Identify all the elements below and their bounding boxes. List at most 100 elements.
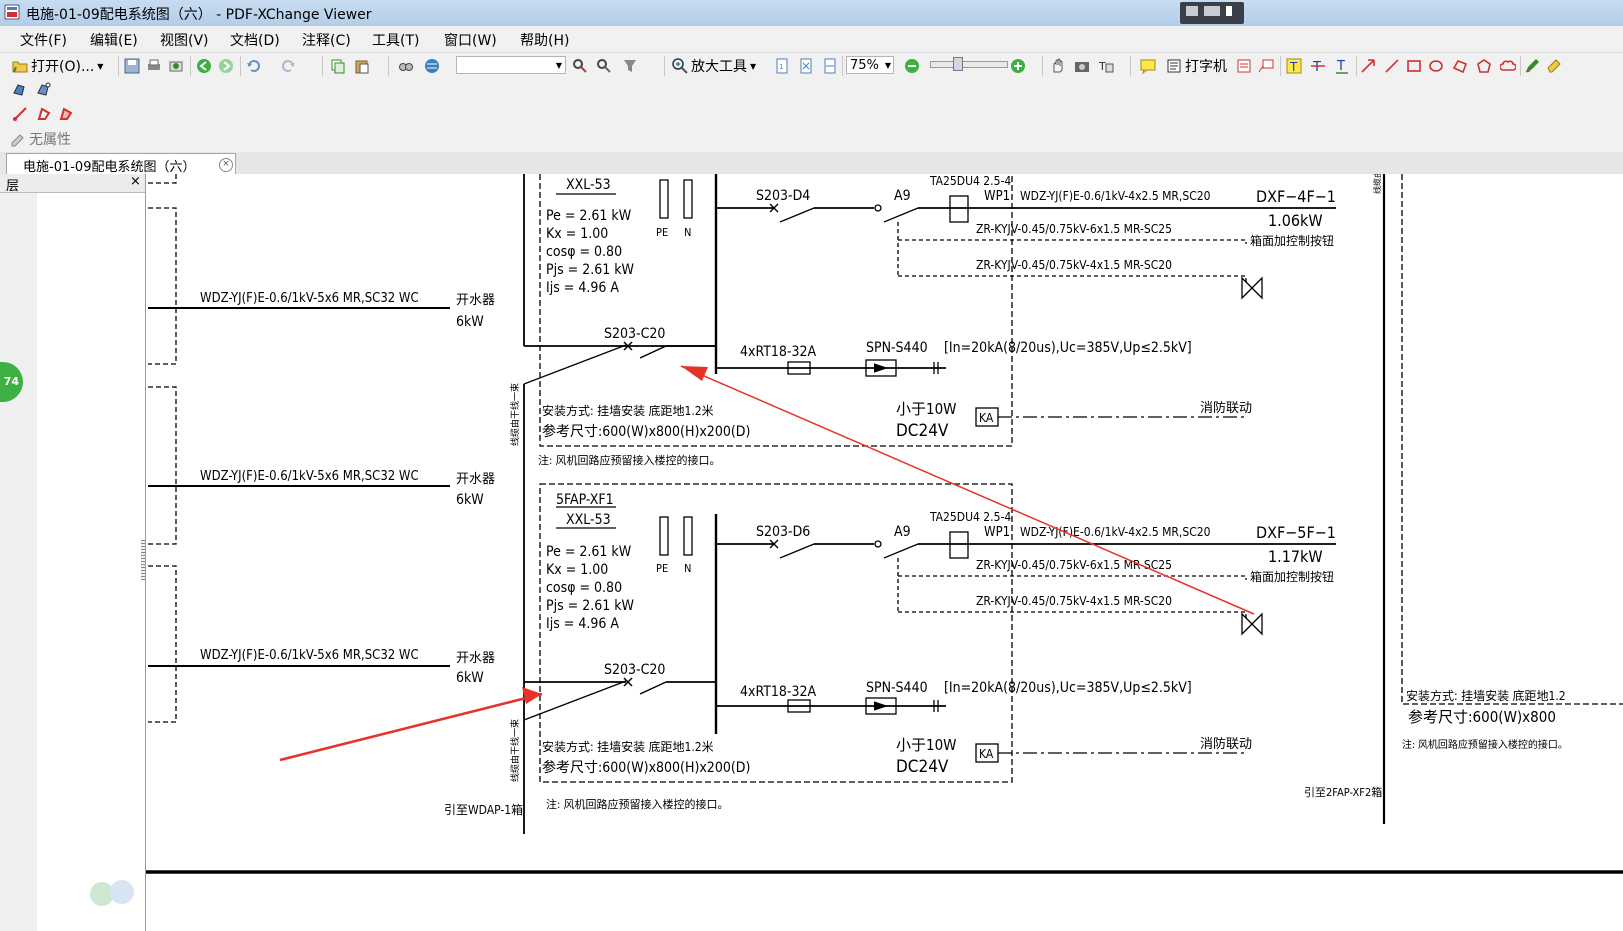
panel-1-spd: SPN-S440 — [866, 340, 928, 356]
sticky-note-icon[interactable] — [1140, 58, 1156, 74]
open-button[interactable]: 打开(O)... ▼ — [12, 56, 103, 76]
menu-help[interactable]: 帮助(H) — [520, 30, 569, 50]
stamp-icon[interactable] — [12, 81, 28, 97]
svg-text:T: T — [1098, 60, 1106, 73]
zoom-out-icon[interactable] — [904, 58, 920, 74]
redo-icon[interactable] — [280, 58, 296, 74]
panel-1-size: 参考尺寸:600(W)x800(H)x200(D) — [542, 423, 750, 440]
panel-2-pe-bar: PE — [656, 562, 668, 575]
menu-window[interactable]: 窗口(W) — [444, 30, 497, 50]
copy-icon[interactable] — [330, 58, 346, 74]
typewriter-button[interactable]: 打字机 — [1166, 56, 1227, 76]
layers-panel: 层 × — [0, 174, 146, 931]
document-tab[interactable]: 电施-01-09配电系统图（六） × — [6, 153, 236, 175]
hand-tool-icon[interactable] — [1050, 58, 1066, 74]
typewriter-icon — [1167, 59, 1181, 73]
snapshot-camera-icon[interactable] — [1074, 58, 1090, 74]
back-icon[interactable] — [196, 58, 212, 74]
no-properties-button[interactable]: 无属性 — [10, 129, 71, 149]
arrow-tool-icon[interactable] — [1360, 58, 1376, 74]
fit-width-icon[interactable] — [822, 58, 838, 74]
save-icon[interactable] — [124, 58, 140, 74]
oval-tool-icon[interactable] — [1428, 58, 1444, 74]
right-size: 参考尺寸:600(W)x800 — [1408, 708, 1556, 726]
undo-icon[interactable] — [246, 58, 262, 74]
panel-1-spd-spec: [In=20kA(8/20us),Uc=385V,Up≤2.5kV] — [944, 340, 1192, 356]
rectangle-tool-icon[interactable] — [1406, 58, 1422, 74]
properties-toolbar: 无属性 — [0, 128, 1623, 152]
polygon-line-tool-icon[interactable] — [1452, 58, 1468, 74]
panel-1-n-bar: N — [684, 226, 691, 239]
menu-comments[interactable]: 注释(C) — [302, 30, 351, 50]
secondary-toolbar — [0, 78, 1623, 102]
zoom-level-combo[interactable]: 75% ▼ — [846, 56, 894, 74]
panel-1-model: XXL-53 — [566, 177, 611, 193]
panel-2-out-power: 1.17kW — [1268, 547, 1323, 566]
feeder-load-1: 开水器 — [456, 293, 495, 308]
electrical-drawing: WDZ-YJ(F)E-0.6/1kV-5x6 MR,SC32 WC 开水器 6k… — [146, 174, 1623, 874]
zoom-in-plus-icon[interactable] — [1010, 58, 1026, 74]
measure-distance-icon[interactable] — [12, 106, 28, 122]
select-text-icon[interactable]: T — [1098, 58, 1114, 74]
panel-1-main-breaker: S203-C20 — [604, 326, 665, 342]
line-tool-icon[interactable] — [1384, 58, 1400, 74]
panel-1-relay: TA25DU4 2.5-4 — [929, 174, 1011, 188]
panel-decoration-icon — [90, 880, 134, 906]
cloud-tool-icon[interactable] — [1500, 58, 1516, 74]
forward-icon[interactable] — [218, 58, 234, 74]
panel-1-pe: Pe = 2.61 kW — [546, 208, 632, 224]
menu-edit[interactable]: 编辑(E) — [90, 30, 138, 50]
underline-icon[interactable]: T — [1334, 58, 1350, 74]
textbox-icon[interactable] — [1236, 58, 1252, 74]
menu-tools[interactable]: 工具(T) — [372, 30, 419, 50]
zoom-slider[interactable] — [930, 57, 1008, 71]
feeder-cable-1: WDZ-YJ(F)E-0.6/1kV-5x6 MR,SC32 WC — [200, 291, 419, 306]
layers-panel-title: 层 — [6, 179, 20, 194]
zoom-in-icon — [672, 58, 688, 74]
callout-icon[interactable] — [1258, 58, 1274, 74]
measure-area-icon[interactable] — [58, 106, 74, 122]
paste-icon[interactable] — [354, 58, 370, 74]
riser-label-1: 线缆由干线一束 — [509, 383, 521, 446]
panel-1-fire-link: 消防联动 — [1200, 400, 1252, 416]
actual-size-icon[interactable]: 1 — [774, 58, 790, 74]
zoom-level-value: 75% — [850, 58, 879, 73]
pencil-tool-icon[interactable] — [1524, 58, 1540, 74]
strikeout-icon[interactable]: T — [1310, 58, 1326, 74]
search-combo[interactable]: ▼ — [456, 56, 566, 74]
panel-splitter[interactable] — [141, 540, 145, 580]
right-note: 注: 风机回路应预留接入楼控的接口。 — [1402, 738, 1568, 751]
panel-2-power-spec1: 小于10W — [896, 736, 957, 754]
panel-1-out-power: 1.06kW — [1268, 211, 1323, 230]
close-panel-icon[interactable]: × — [130, 174, 141, 189]
feeder-power-3: 6kW — [456, 670, 484, 686]
search-advanced-icon[interactable] — [596, 58, 612, 74]
main-toolbar: 打开(O)... ▼ ▼ 放大工具 ▼ 1 75% ▼ T 打字机 T T T — [0, 52, 1623, 79]
svg-text:T: T — [1336, 59, 1345, 74]
scan-icon[interactable] — [168, 58, 184, 74]
find-icon[interactable] — [398, 58, 414, 74]
polygon-tool-icon[interactable] — [1476, 58, 1492, 74]
panel-1-out-name: DXF−4F−1 — [1256, 187, 1336, 206]
layers-panel-header: 层 × — [0, 174, 145, 194]
panel-2-fire-link: 消防联动 — [1200, 736, 1252, 752]
zoom-tool-button[interactable]: 放大工具 ▼ — [672, 56, 756, 76]
panel-2-pjs: Pjs = 2.61 kW — [546, 598, 635, 614]
menu-file[interactable]: 文件(F) — [20, 30, 67, 50]
globe-icon[interactable] — [424, 58, 440, 74]
menu-document[interactable]: 文档(D) — [230, 30, 280, 50]
measure-perimeter-icon[interactable] — [36, 106, 52, 122]
highlight-text-icon[interactable]: T — [1286, 58, 1302, 74]
menu-view[interactable]: 视图(V) — [160, 30, 209, 50]
eraser-tool-icon[interactable] — [1546, 58, 1562, 74]
close-tab-icon[interactable]: × — [219, 158, 233, 172]
panel-2-note: 注: 风机回路应预留接入楼控的接口。 — [546, 797, 728, 811]
keyboard-indicator-icon[interactable] — [1180, 2, 1244, 24]
snapshot-icon[interactable] — [622, 58, 638, 74]
fit-page-icon[interactable] — [798, 58, 814, 74]
attach-icon[interactable] — [36, 81, 52, 97]
feeder-power-1: 6kW — [456, 314, 484, 330]
search-web-icon[interactable] — [572, 58, 588, 74]
print-icon[interactable] — [146, 58, 162, 74]
document-viewport[interactable]: WDZ-YJ(F)E-0.6/1kV-5x6 MR,SC32 WC 开水器 6k… — [146, 174, 1623, 931]
